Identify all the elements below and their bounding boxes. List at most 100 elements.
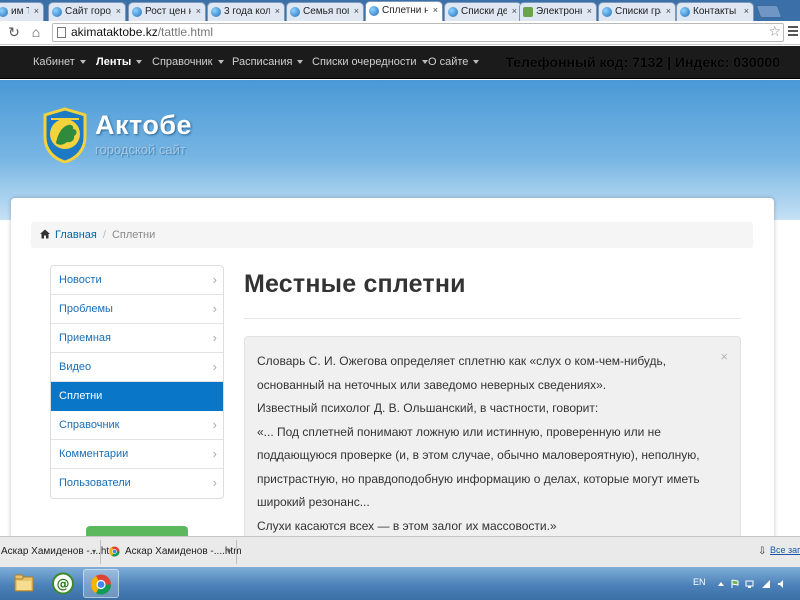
side-item-directory[interactable]: Справочник › — [51, 411, 223, 440]
downloads-shelf: Аскар Хамиденов -....htm ▾ Аскар Хамиден… — [0, 536, 800, 567]
side-menu: Новости › Проблемы › Приемная › Видео › Спле… — [50, 265, 224, 499]
browser-tab-7[interactable]: Списки дет × — [444, 2, 522, 21]
chevron-right-icon: › — [212, 475, 217, 490]
chevron-right-icon: › — [212, 359, 217, 374]
dropdown-arrow-icon[interactable]: ▾ — [227, 540, 231, 563]
tab-close-icon[interactable]: × — [666, 3, 671, 20]
taskbar-mail-button[interactable]: @ — [45, 569, 81, 598]
tray-network-icon[interactable] — [745, 579, 755, 589]
breadcrumb-current: Сплетни — [111, 229, 156, 241]
info-line: пристрастную, но правдоподобную информац… — [257, 471, 700, 486]
info-line: Слухи касаются всех — в этом залог их ма… — [257, 518, 557, 533]
tab-favicon-icon — [523, 7, 533, 17]
new-tab-button[interactable] — [755, 5, 783, 18]
caret-down-icon — [421, 60, 428, 65]
tray-volume-icon[interactable] — [777, 579, 787, 589]
tab-close-icon[interactable]: × — [433, 2, 438, 19]
folder-icon — [14, 574, 34, 592]
dropdown-arrow-icon[interactable]: ▾ — [92, 540, 96, 563]
side-item-video[interactable]: Видео › — [51, 353, 223, 382]
side-item-reception[interactable]: Приемная › — [51, 324, 223, 353]
caret-down-icon — [79, 60, 86, 65]
side-item-users[interactable]: Пользователи › — [51, 469, 223, 498]
browser-tab-6-active[interactable]: Сплетни на × — [365, 1, 443, 21]
caret-down-icon — [217, 60, 224, 65]
nav-queue-lists[interactable]: Списки очередности — [312, 46, 428, 79]
browser-tab-9[interactable]: Списки гра × — [598, 2, 676, 21]
tab-favicon-icon — [290, 7, 300, 17]
page-icon — [57, 27, 66, 38]
info-line: Словарь С. И. Ожегова определяет сплетню… — [257, 354, 667, 368]
page-title: Местные сплетни — [244, 270, 466, 298]
info-line: поддающуюся проверке (и, в этом случае, … — [257, 448, 700, 462]
taskbar-explorer-button[interactable] — [6, 569, 42, 598]
url-host: akimataktobe.kz — [71, 25, 158, 39]
browser-tab-4[interactable]: 3 года коло × — [207, 2, 285, 21]
tray-wifi-icon[interactable] — [761, 579, 771, 589]
tab-favicon-icon — [211, 7, 221, 17]
tab-close-icon[interactable]: × — [587, 3, 592, 20]
browser-tab-3[interactable]: Рост цен на × — [128, 2, 206, 21]
site-tagline: городской сайт — [95, 142, 186, 157]
content-card: Главная / Сплетни Новости › Проблемы › Прием… — [11, 198, 774, 543]
tab-favicon-icon — [680, 7, 690, 17]
browser-tab-5[interactable]: Семья погиб × — [286, 2, 364, 21]
home-icon — [40, 229, 50, 239]
tab-favicon-icon — [602, 7, 612, 17]
tab-close-icon[interactable]: × — [744, 3, 749, 20]
chrome-icon — [91, 574, 111, 595]
bookmark-star-icon[interactable]: ☆ — [768, 23, 781, 40]
info-line: Известный психолог Д. В. Ольшанский, в ч… — [257, 401, 599, 415]
language-indicator[interactable]: EN — [693, 577, 706, 587]
reload-icon[interactable]: ↻ — [6, 24, 22, 40]
address-bar[interactable]: akimataktobe.kz/tattle.html ☆ — [52, 23, 784, 42]
tab-favicon-icon — [0, 7, 8, 17]
tab-favicon-icon — [448, 7, 458, 17]
download-item-2[interactable]: Аскар Хамиденов -....htm ▾ — [103, 540, 242, 564]
tab-close-icon[interactable]: × — [512, 3, 517, 20]
browser-tab-10[interactable]: Контакты с × — [676, 2, 754, 21]
city-emblem-logo[interactable] — [41, 107, 89, 163]
tab-favicon-icon — [132, 7, 142, 17]
nav-cabinet[interactable]: Кабинет — [33, 46, 86, 79]
tab-close-icon[interactable]: × — [116, 3, 121, 20]
tray-arrow-icon[interactable] — [716, 579, 726, 589]
windows-taskbar: @ EN — [0, 567, 800, 600]
nav-directory[interactable]: Справочник — [152, 46, 224, 79]
download-item-1[interactable]: Аскар Хамиденов -....htm ▾ — [0, 540, 118, 564]
url-path: /tattle.html — [157, 25, 214, 39]
mail-agent-icon: @ — [52, 572, 74, 595]
tray-flag-icon[interactable] — [730, 579, 740, 589]
chevron-right-icon: › — [212, 446, 217, 461]
svg-text:@: @ — [57, 577, 70, 592]
nav-feeds[interactable]: Ленты — [96, 46, 143, 79]
breadcrumb-home-link[interactable]: Главная — [55, 229, 97, 241]
breadcrumb-separator: / — [102, 229, 106, 241]
info-line: основанный на неточных или заведомо неве… — [257, 377, 607, 392]
chevron-right-icon: › — [212, 301, 217, 316]
caret-down-icon — [136, 60, 143, 65]
nav-schedules[interactable]: Расписания — [232, 46, 304, 79]
tab-close-icon[interactable]: × — [34, 3, 39, 20]
close-icon[interactable]: × — [720, 345, 728, 369]
tab-close-icon[interactable]: × — [354, 3, 359, 20]
nav-about[interactable]: О сайте — [428, 46, 480, 79]
side-item-gossip[interactable]: Сплетни — [51, 382, 223, 411]
tab-close-icon[interactable]: × — [275, 3, 280, 20]
browser-tab-strip: им Турц × Сайт город × Рост цен на × 3 г… — [0, 0, 800, 21]
chevron-right-icon: › — [212, 272, 217, 287]
browser-menu-icon[interactable] — [788, 26, 798, 38]
chevron-right-icon: › — [212, 417, 217, 432]
browser-tab-2[interactable]: Сайт город × — [48, 2, 126, 21]
browser-tab-8[interactable]: Электронн × — [519, 2, 597, 21]
browser-tab-1[interactable]: им Турц × — [0, 2, 44, 21]
tab-close-icon[interactable]: × — [196, 3, 201, 20]
taskbar-chrome-button[interactable] — [83, 569, 119, 598]
side-item-news[interactable]: Новости › — [51, 266, 223, 295]
download-separator — [236, 540, 237, 564]
home-icon[interactable]: ⌂ — [28, 24, 44, 40]
site-name[interactable]: Актобе — [95, 110, 192, 141]
show-all-downloads-link[interactable]: Все загр — [770, 545, 800, 555]
side-item-comments[interactable]: Комментарии › — [51, 440, 223, 469]
side-item-problems[interactable]: Проблемы › — [51, 295, 223, 324]
